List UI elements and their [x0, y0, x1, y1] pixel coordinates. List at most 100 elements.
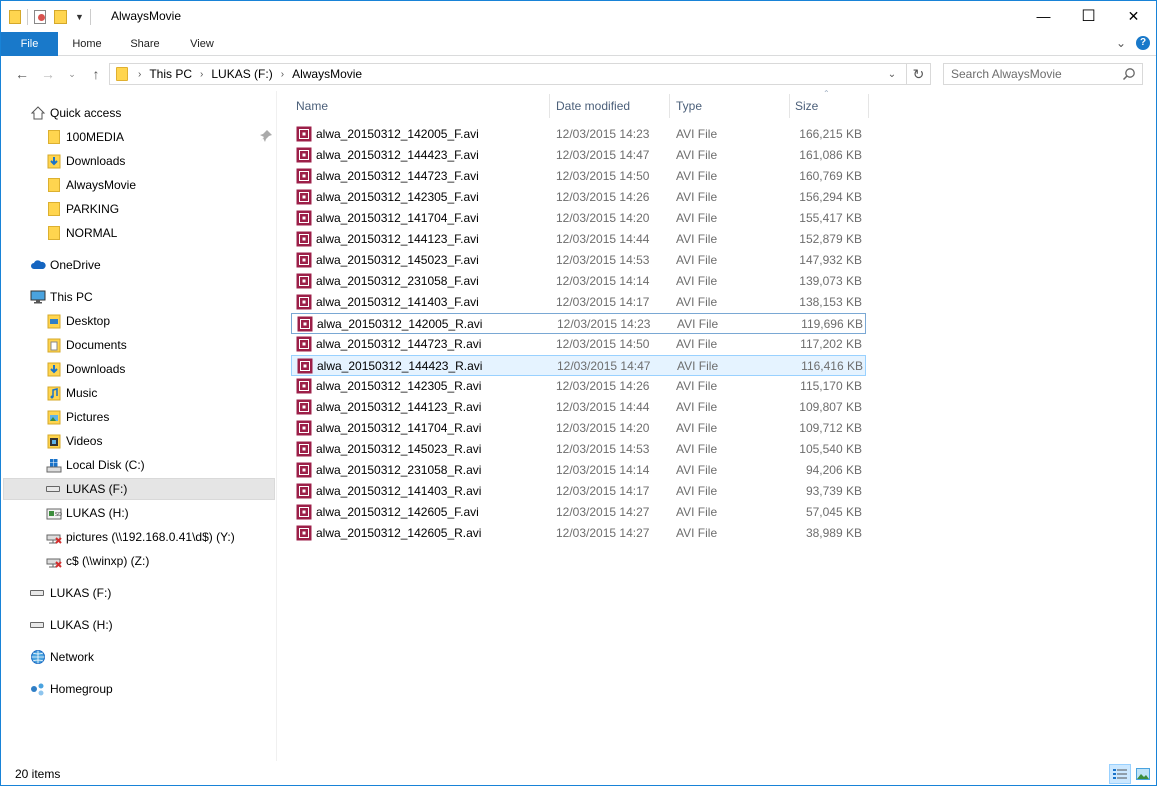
- file-row[interactable]: alwa_20150312_142605_R.avi 12/03/2015 14:…: [291, 523, 866, 544]
- sidebar-item-documents[interactable]: Documents: [3, 334, 275, 356]
- sidebar-item-pictures[interactable]: Pictures: [3, 406, 275, 428]
- sidebar-item-network-drive-y[interactable]: pictures (\\192.168.0.41\d$) (Y:): [3, 526, 275, 548]
- sidebar-item-network[interactable]: Network: [3, 646, 275, 668]
- file-row[interactable]: alwa_20150312_141403_R.avi 12/03/2015 14:…: [291, 481, 866, 502]
- sidebar-item-100media[interactable]: 100MEDIA: [3, 126, 275, 148]
- file-size: 161,086 KB: [799, 148, 862, 162]
- sidebar-item-parking[interactable]: PARKING: [3, 198, 275, 220]
- breadcrumb-drive[interactable]: LUKAS (F:): [211, 67, 272, 81]
- file-row[interactable]: alwa_20150312_144723_R.avi 12/03/2015 14:…: [291, 334, 866, 355]
- file-date-modified: 12/03/2015 14:26: [556, 379, 650, 393]
- refresh-button[interactable]: ↻: [906, 64, 930, 84]
- file-size: 155,417 KB: [799, 211, 862, 225]
- sidebar-item-desktop[interactable]: Desktop: [3, 310, 275, 332]
- file-row[interactable]: alwa_20150312_145023_F.avi 12/03/2015 14:…: [291, 250, 866, 271]
- sidebar-item-label: Music: [66, 386, 98, 400]
- sidebar-item-downloads-quick[interactable]: Downloads: [3, 150, 275, 172]
- column-divider[interactable]: [549, 94, 550, 118]
- forward-button[interactable]: →: [39, 65, 57, 83]
- sidebar-item-videos[interactable]: Videos: [3, 430, 275, 452]
- downloads-icon: [46, 361, 62, 377]
- address-bar[interactable]: › This PC › LUKAS (F:) › AlwaysMovie ⌄ ↻: [109, 63, 931, 85]
- file-row[interactable]: alwa_20150312_144723_F.avi 12/03/2015 14:…: [291, 166, 866, 187]
- file-row[interactable]: alwa_20150312_141704_R.avi 12/03/2015 14:…: [291, 418, 866, 439]
- file-row[interactable]: alwa_20150312_145023_R.avi 12/03/2015 14:…: [291, 439, 866, 460]
- close-button[interactable]: ✕: [1111, 1, 1156, 31]
- sidebar-item-onedrive[interactable]: OneDrive: [3, 254, 275, 276]
- properties-icon[interactable]: [34, 10, 46, 24]
- address-history-chevron-icon[interactable]: ⌄: [882, 64, 902, 84]
- column-header-type[interactable]: Type: [671, 93, 789, 119]
- up-button[interactable]: ↑: [87, 65, 105, 83]
- file-row[interactable]: alwa_20150312_231058_F.avi 12/03/2015 14:…: [291, 271, 866, 292]
- tab-share[interactable]: Share: [116, 32, 174, 56]
- sidebar-item-lukas-f-root[interactable]: LUKAS (F:): [3, 582, 275, 604]
- file-row[interactable]: alwa_20150312_144123_F.avi 12/03/2015 14:…: [291, 229, 866, 250]
- search-input[interactable]: [944, 64, 1114, 84]
- sidebar-item-label: PARKING: [66, 202, 120, 216]
- file-row[interactable]: alwa_20150312_141704_F.avi 12/03/2015 14:…: [291, 208, 866, 229]
- homegroup-icon: [30, 681, 46, 697]
- sidebar-item-quick-access[interactable]: Quick access: [3, 102, 275, 124]
- sidebar-item-alwaysmovie[interactable]: AlwaysMovie: [3, 174, 275, 196]
- sidebar-item-lukas-h[interactable]: SD LUKAS (H:): [3, 502, 275, 524]
- sidebar-item-downloads[interactable]: Downloads: [3, 358, 275, 380]
- sidebar-item-label: OneDrive: [50, 258, 101, 272]
- file-type: AVI File: [676, 190, 718, 204]
- breadcrumb-this-pc[interactable]: This PC: [149, 67, 192, 81]
- back-button[interactable]: ←: [13, 65, 31, 83]
- column-header-name[interactable]: Name: [291, 93, 549, 119]
- sidebar-item-local-disk-c[interactable]: Local Disk (C:): [3, 454, 275, 476]
- explorer-window: ▼ AlwaysMovie — ☐ ✕ File Home Share View…: [0, 0, 1157, 786]
- file-row[interactable]: alwa_20150312_142305_R.avi 12/03/2015 14:…: [291, 376, 866, 397]
- file-row[interactable]: alwa_20150312_142605_F.avi 12/03/2015 14:…: [291, 502, 866, 523]
- customize-toolbar-chevron-icon[interactable]: ▼: [75, 12, 84, 22]
- file-date-modified: 12/03/2015 14:47: [556, 148, 650, 162]
- file-date-modified: 12/03/2015 14:44: [556, 232, 650, 246]
- sidebar-item-label: c$ (\\winxp) (Z:): [66, 554, 150, 568]
- drive-icon: [46, 481, 62, 497]
- file-row[interactable]: alwa_20150312_142305_F.avi 12/03/2015 14:…: [291, 187, 866, 208]
- column-header-date[interactable]: Date modified: [551, 93, 669, 119]
- tab-home[interactable]: Home: [58, 32, 116, 56]
- usb-drive-icon: SD: [46, 505, 62, 521]
- column-divider[interactable]: [868, 94, 869, 118]
- sidebar-item-lukas-h-root[interactable]: LUKAS (H:): [3, 614, 275, 636]
- sidebar-item-music[interactable]: Music: [3, 382, 275, 404]
- file-row[interactable]: alwa_20150312_142005_R.avi 12/03/2015 14:…: [291, 313, 866, 334]
- refresh-icon: ↻: [912, 65, 925, 82]
- breadcrumb-separator-icon[interactable]: ›: [138, 69, 141, 80]
- file-row[interactable]: alwa_20150312_144423_R.avi 12/03/2015 14:…: [291, 355, 866, 376]
- new-folder-icon[interactable]: [54, 10, 67, 24]
- file-row[interactable]: alwa_20150312_141403_F.avi 12/03/2015 14:…: [291, 292, 866, 313]
- folder-icon: [46, 177, 62, 193]
- breadcrumb-separator-icon[interactable]: ›: [200, 69, 203, 80]
- details-view-button[interactable]: [1109, 764, 1131, 784]
- recent-locations-button[interactable]: ⌄: [63, 65, 81, 83]
- file-row[interactable]: alwa_20150312_144123_R.avi 12/03/2015 14:…: [291, 397, 866, 418]
- help-icon[interactable]: ?: [1136, 36, 1150, 50]
- maximize-button[interactable]: ☐: [1066, 1, 1111, 31]
- tab-view[interactable]: View: [174, 32, 230, 56]
- minimize-button[interactable]: —: [1021, 1, 1066, 31]
- file-row[interactable]: alwa_20150312_144423_F.avi 12/03/2015 14:…: [291, 145, 866, 166]
- large-icons-view-button[interactable]: [1132, 764, 1154, 784]
- sidebar-item-normal[interactable]: NORMAL: [3, 222, 275, 244]
- pin-icon[interactable]: [259, 129, 273, 143]
- file-row[interactable]: alwa_20150312_231058_R.avi 12/03/2015 14:…: [291, 460, 866, 481]
- chevron-down-icon[interactable]: ⌄: [1116, 36, 1126, 50]
- sidebar-item-this-pc[interactable]: This PC: [3, 286, 275, 308]
- sidebar-item-lukas-f[interactable]: LUKAS (F:): [3, 478, 275, 500]
- file-name: alwa_20150312_142305_F.avi: [316, 190, 479, 204]
- breadcrumb-separator-icon[interactable]: ›: [281, 69, 284, 80]
- file-row[interactable]: alwa_20150312_142005_F.avi 12/03/2015 14:…: [291, 124, 866, 145]
- file-type: AVI File: [676, 148, 718, 162]
- column-divider[interactable]: [669, 94, 670, 118]
- file-type: AVI File: [676, 505, 718, 519]
- sidebar-item-network-drive-z[interactable]: c$ (\\winxp) (Z:): [3, 550, 275, 572]
- search-icon[interactable]: [1122, 67, 1136, 81]
- sidebar-item-homegroup[interactable]: Homegroup: [3, 678, 275, 700]
- breadcrumb-current-folder[interactable]: AlwaysMovie: [292, 67, 362, 81]
- tab-file[interactable]: File: [1, 32, 58, 56]
- file-size: 119,696 KB: [801, 317, 863, 331]
